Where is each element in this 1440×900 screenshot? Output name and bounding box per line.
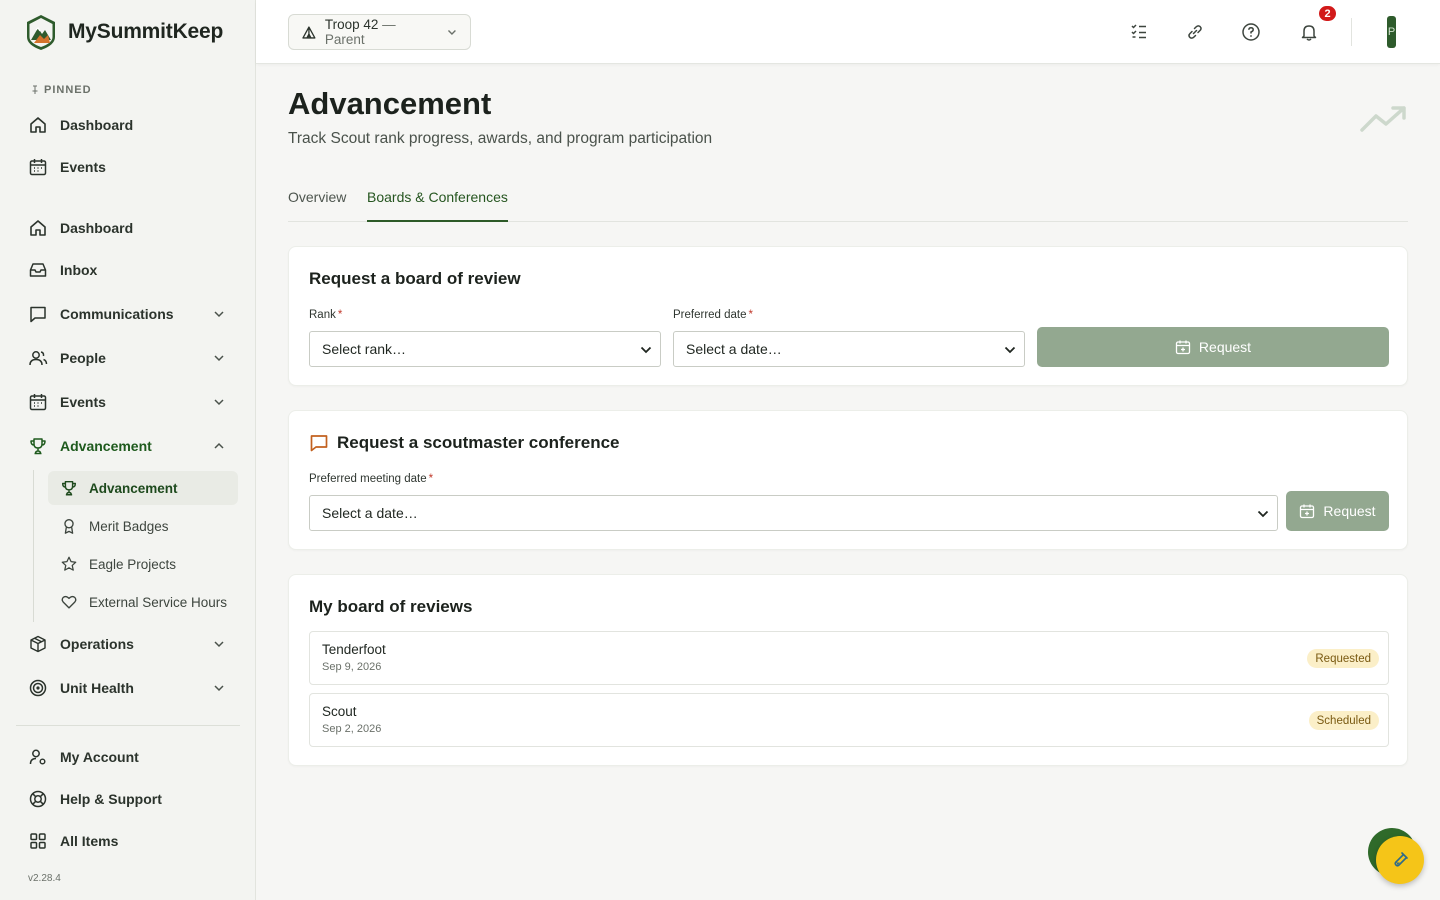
sidebar-subitem-external-service-hours[interactable]: External Service Hours [48, 585, 238, 619]
tab-overview[interactable]: Overview [288, 186, 346, 222]
user-gear-icon [28, 747, 48, 767]
calendar-icon [28, 392, 48, 412]
chevron-down-icon [214, 311, 224, 318]
review-date: Sep 9, 2026 [322, 661, 382, 673]
review-rank: Scout [322, 704, 357, 719]
sidebar-item-unit-health[interactable]: Unit Health [16, 670, 240, 706]
my-board-of-reviews-card: My board of reviews Tenderfoot Sep 9, 20… [288, 574, 1408, 766]
pinned-section-label: PINNED [30, 84, 92, 96]
target-icon [28, 678, 48, 698]
bell-icon[interactable] [1297, 20, 1321, 44]
review-date: Sep 2, 2026 [322, 723, 382, 735]
test-tube-icon [1394, 852, 1408, 867]
card-title: Request a scoutmaster conference [309, 433, 620, 453]
list-item[interactable]: Tenderfoot Sep 9, 2026 Requested [309, 631, 1389, 685]
tabs: Overview Boards & Conferences [288, 186, 1408, 222]
lifebuoy-icon [28, 789, 48, 809]
status-badge: Scheduled [1308, 711, 1379, 730]
message-icon [310, 435, 328, 452]
sidebar-subitem-merit-badges[interactable]: Merit Badges [48, 509, 238, 543]
preferred-date-select[interactable]: Select a date… [673, 331, 1025, 367]
sidebar-item-all-items[interactable]: All Items [16, 823, 240, 859]
sidebar-subitem-eagle-projects[interactable]: Eagle Projects [48, 547, 238, 581]
sidebar-item-operations[interactable]: Operations [16, 626, 240, 662]
sidebar-item-pinned-dashboard[interactable]: Dashboard [16, 107, 240, 143]
link-icon[interactable] [1183, 20, 1207, 44]
sidebar-item-communications[interactable]: Communications [16, 296, 240, 332]
sidebar: MySummitKeep PINNED Dashboard Events Das… [0, 0, 256, 900]
chevron-down-icon [214, 399, 224, 406]
chevron-down-icon [214, 355, 224, 362]
mountain-logo-icon [27, 15, 55, 50]
sidebar-item-inbox[interactable]: Inbox [16, 252, 240, 288]
troop-switcher[interactable]: Troop 42 — Parent [288, 14, 471, 50]
heart-icon [60, 593, 78, 611]
sidebar-subitem-advancement[interactable]: Advancement [48, 471, 238, 505]
checklist-icon[interactable] [1127, 20, 1151, 44]
tab-boards-conferences[interactable]: Boards & Conferences [367, 186, 508, 222]
topbar-separator [1351, 18, 1352, 46]
board-of-review-request-card: Request a board of review Rank * Select r… [288, 246, 1408, 386]
chevron-down-icon [1257, 510, 1269, 518]
box-icon [28, 634, 48, 654]
chevron-down-icon [1004, 346, 1016, 354]
notification-badge: 2 [1317, 4, 1338, 23]
sidebar-divider [16, 725, 240, 726]
star-icon [60, 555, 78, 573]
status-badge: Requested [1307, 649, 1379, 668]
brand[interactable]: MySummitKeep [24, 13, 223, 51]
chevron-down-icon [214, 685, 224, 692]
test-tube-fab[interactable] [1376, 836, 1424, 884]
rank-label: Rank * [309, 309, 343, 321]
preferred-meeting-date-select[interactable]: Select a date… [309, 495, 1278, 531]
page-subtitle: Track Scout rank progress, awards, and p… [288, 130, 713, 147]
sidebar-item-help-support[interactable]: Help & Support [16, 781, 240, 817]
list-item[interactable]: Scout Sep 2, 2026 Scheduled [309, 693, 1389, 747]
rank-select[interactable]: Select rank… [309, 331, 661, 367]
app-name: MySummitKeep [68, 20, 224, 43]
request-board-button[interactable]: Request [1037, 327, 1389, 367]
request-conference-button[interactable]: Request [1286, 491, 1389, 531]
card-title: My board of reviews [309, 597, 473, 616]
submenu-guide-line [33, 470, 34, 622]
home-icon [28, 218, 48, 238]
chevron-down-icon [214, 641, 224, 648]
pin-icon [32, 85, 38, 94]
page-title: Advancement [288, 86, 492, 121]
message-icon [28, 304, 48, 324]
calendar-icon [28, 157, 48, 177]
scoutmaster-conference-request-card: Request a scoutmaster conference Preferr… [288, 410, 1408, 550]
ribbon-icon [60, 517, 78, 535]
troop-name: Troop 42 [324, 17, 379, 32]
sidebar-item-people[interactable]: People [16, 340, 240, 376]
trending-up-icon [1360, 106, 1406, 132]
sidebar-item-pinned-events[interactable]: Events [16, 149, 240, 185]
tent-icon [302, 26, 316, 39]
card-title: Request a board of review [309, 269, 521, 288]
preferred-meeting-date-label: Preferred meeting date * [309, 473, 434, 485]
calendar-plus-icon [1175, 340, 1191, 355]
grid-icon [28, 831, 48, 851]
sidebar-item-advancement[interactable]: Advancement [16, 428, 240, 464]
chevron-up-icon [214, 442, 224, 449]
calendar-plus-icon [1300, 504, 1315, 519]
chevron-down-icon [640, 346, 652, 354]
sidebar-item-my-account[interactable]: My Account [16, 739, 240, 775]
avatar[interactable]: P [1387, 16, 1396, 48]
trophy-icon [60, 479, 78, 497]
users-icon [28, 348, 48, 368]
review-rank: Tenderfoot [322, 642, 386, 657]
sidebar-item-events[interactable]: Events [16, 384, 240, 420]
home-icon [28, 115, 48, 135]
help-icon[interactable] [1239, 20, 1263, 44]
chevron-down-icon [448, 30, 457, 35]
app-version: v2.28.4 [28, 873, 61, 884]
trophy-icon [28, 436, 48, 456]
inbox-icon [28, 260, 48, 280]
sidebar-item-dashboard[interactable]: Dashboard [16, 210, 240, 246]
preferred-date-label: Preferred date * [673, 309, 753, 321]
